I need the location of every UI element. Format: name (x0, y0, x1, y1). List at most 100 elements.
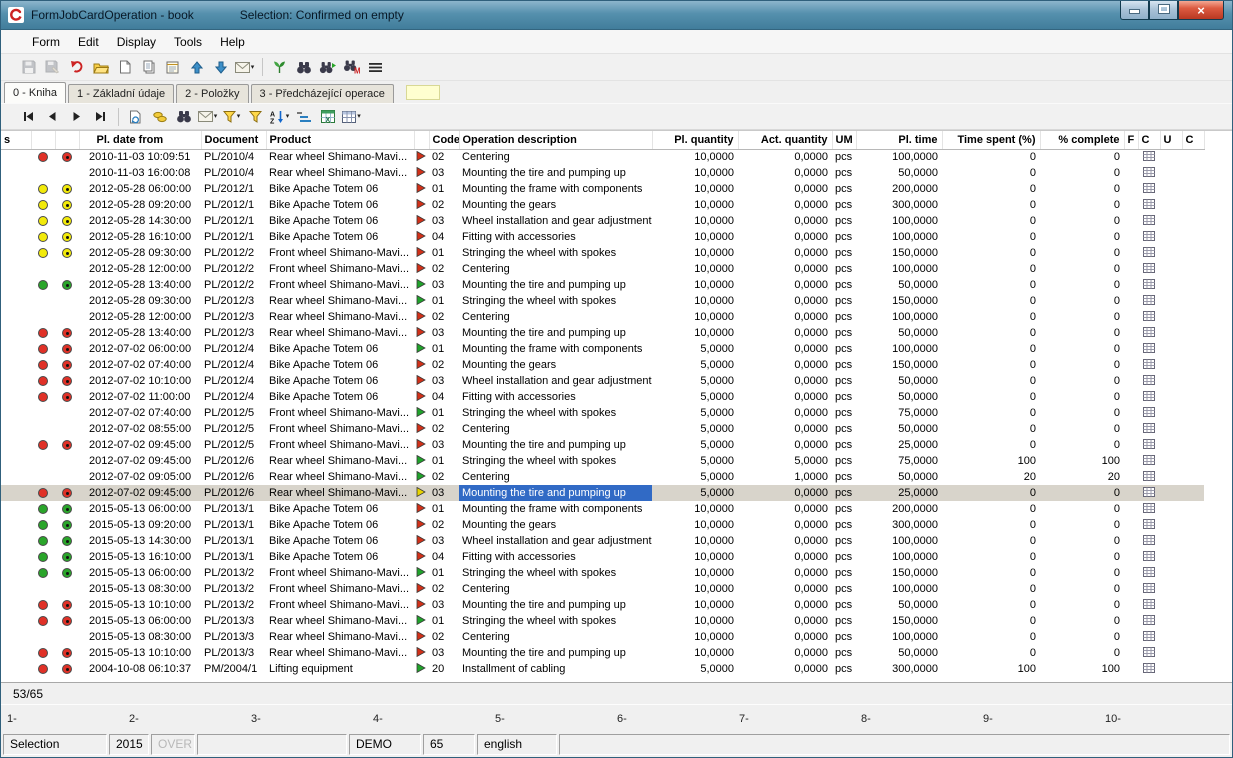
pl-quantity-cell[interactable]: 10,0000 (652, 245, 738, 261)
um-cell[interactable]: pcs (832, 213, 856, 229)
arrow-cell[interactable] (414, 373, 429, 389)
pl-time-cell[interactable]: 50,0000 (856, 469, 942, 485)
u-cell[interactable] (1160, 533, 1182, 549)
code-cell[interactable]: 03 (429, 277, 459, 293)
arrow-cell[interactable] (414, 597, 429, 613)
pl-quantity-cell[interactable]: 10,0000 (652, 549, 738, 565)
pl-time-cell[interactable]: 300,0000 (856, 661, 942, 677)
time-spent-cell[interactable]: 0 (942, 437, 1040, 453)
detail-cell[interactable] (1138, 533, 1160, 549)
u-cell[interactable] (1160, 245, 1182, 261)
date-cell[interactable]: 2010-11-03 10:09:51 (79, 149, 201, 165)
status-cell[interactable] (31, 533, 55, 549)
document-cell[interactable]: PL/2012/5 (201, 437, 266, 453)
outline-button[interactable] (292, 105, 315, 128)
pl-time-cell[interactable]: 50,0000 (856, 277, 942, 293)
find-button[interactable] (172, 105, 195, 128)
arrow-cell[interactable] (414, 469, 429, 485)
pl-quantity-cell[interactable]: 10,0000 (652, 181, 738, 197)
u-cell[interactable] (1160, 645, 1182, 661)
table-row[interactable]: 2012-05-28 13:40:00PL/2012/2Front wheel … (1, 277, 1204, 293)
pct-complete-cell[interactable]: 0 (1040, 597, 1124, 613)
date-cell[interactable]: 2012-07-02 07:40:00 (79, 405, 201, 421)
pct-complete-cell[interactable]: 0 (1040, 501, 1124, 517)
u-cell[interactable] (1160, 357, 1182, 373)
table-row[interactable]: 2015-05-13 08:30:00PL/2013/2Front wheel … (1, 581, 1204, 597)
time-spent-cell[interactable]: 0 (942, 277, 1040, 293)
act-quantity-cell[interactable]: 0,0000 (738, 165, 832, 181)
time-spent-cell[interactable]: 0 (942, 629, 1040, 645)
status-dot-cell[interactable] (55, 309, 79, 325)
status-dot-cell[interactable] (55, 485, 79, 501)
pl-quantity-cell[interactable]: 10,0000 (652, 501, 738, 517)
grid-icon[interactable] (1143, 456, 1155, 468)
c2-cell[interactable] (1182, 533, 1204, 549)
code-cell[interactable]: 01 (429, 613, 459, 629)
column-header-pl_qty[interactable]: Pl. quantity (652, 131, 738, 149)
column-header-status2[interactable] (55, 131, 79, 149)
pct-complete-cell[interactable]: 0 (1040, 213, 1124, 229)
date-cell[interactable]: 2015-05-13 08:30:00 (79, 581, 201, 597)
code-cell[interactable]: 02 (429, 309, 459, 325)
grid-icon[interactable] (1143, 600, 1155, 612)
pl-time-cell[interactable]: 50,0000 (856, 165, 942, 181)
pl-time-cell[interactable]: 50,0000 (856, 597, 942, 613)
detail-cell[interactable] (1138, 501, 1160, 517)
grid-icon[interactable] (1143, 152, 1155, 164)
date-cell[interactable]: 2015-05-13 09:20:00 (79, 517, 201, 533)
pl-time-cell[interactable]: 100,0000 (856, 549, 942, 565)
table-row[interactable]: 2012-05-28 13:40:00PL/2012/3Rear wheel S… (1, 325, 1204, 341)
operation-cell[interactable]: Mounting the gears (459, 197, 652, 213)
date-cell[interactable]: 2012-05-28 12:00:00 (79, 309, 201, 325)
f-cell[interactable] (1124, 437, 1138, 453)
date-cell[interactable]: 2015-05-13 10:10:00 (79, 597, 201, 613)
table-row[interactable]: 2012-07-02 06:00:00PL/2012/4Bike Apache … (1, 341, 1204, 357)
selector-cell[interactable] (1, 181, 31, 197)
f-cell[interactable] (1124, 533, 1138, 549)
notebook-button[interactable] (161, 56, 184, 79)
table-row[interactable]: 2015-05-13 06:00:00PL/2013/2Front wheel … (1, 565, 1204, 581)
u-cell[interactable] (1160, 293, 1182, 309)
operation-cell[interactable]: Wheel installation and gear adjustment (459, 213, 652, 229)
pct-complete-cell[interactable]: 0 (1040, 341, 1124, 357)
grid-view-button[interactable]: ▾ (340, 105, 363, 128)
act-quantity-cell[interactable]: 0,0000 (738, 357, 832, 373)
detail-cell[interactable] (1138, 437, 1160, 453)
product-cell[interactable]: Front wheel Shimano-Mavi... (266, 421, 414, 437)
product-cell[interactable]: Rear wheel Shimano-Mavi... (266, 309, 414, 325)
column-header-product[interactable]: Product (266, 131, 414, 149)
column-header-f[interactable]: F (1124, 131, 1138, 149)
u-cell[interactable] (1160, 485, 1182, 501)
code-cell[interactable]: 20 (429, 661, 459, 677)
column-header-document[interactable]: Document (201, 131, 266, 149)
um-cell[interactable]: pcs (832, 549, 856, 565)
status-dot-cell[interactable] (55, 549, 79, 565)
time-spent-cell[interactable]: 0 (942, 197, 1040, 213)
document-cell[interactable]: PL/2012/4 (201, 341, 266, 357)
detail-cell[interactable] (1138, 373, 1160, 389)
column-header-c1[interactable]: C (1138, 131, 1160, 149)
act-quantity-cell[interactable]: 0,0000 (738, 261, 832, 277)
arrow-cell[interactable] (414, 229, 429, 245)
pl-quantity-cell[interactable]: 10,0000 (652, 197, 738, 213)
date-cell[interactable]: 2015-05-13 14:30:00 (79, 533, 201, 549)
pl-time-cell[interactable]: 200,0000 (856, 501, 942, 517)
code-cell[interactable]: 01 (429, 341, 459, 357)
grid-icon[interactable] (1143, 568, 1155, 580)
pct-complete-cell[interactable]: 0 (1040, 325, 1124, 341)
table-row[interactable]: 2012-07-02 09:45:00PL/2012/5Front wheel … (1, 437, 1204, 453)
time-spent-cell[interactable]: 0 (942, 309, 1040, 325)
arrow-cell[interactable] (414, 517, 429, 533)
column-header-s[interactable]: s (1, 131, 31, 149)
arrow-cell[interactable] (414, 181, 429, 197)
tab-2[interactable]: 2 - Položky (176, 84, 248, 103)
arrow-cell[interactable] (414, 485, 429, 501)
grid-icon[interactable] (1143, 168, 1155, 180)
um-cell[interactable]: pcs (832, 341, 856, 357)
time-spent-cell[interactable]: 0 (942, 245, 1040, 261)
selector-cell[interactable] (1, 613, 31, 629)
act-quantity-cell[interactable]: 0,0000 (738, 309, 832, 325)
status-cell[interactable] (31, 581, 55, 597)
operation-cell[interactable]: Centering (459, 421, 652, 437)
product-cell[interactable]: Bike Apache Totem 06 (266, 213, 414, 229)
